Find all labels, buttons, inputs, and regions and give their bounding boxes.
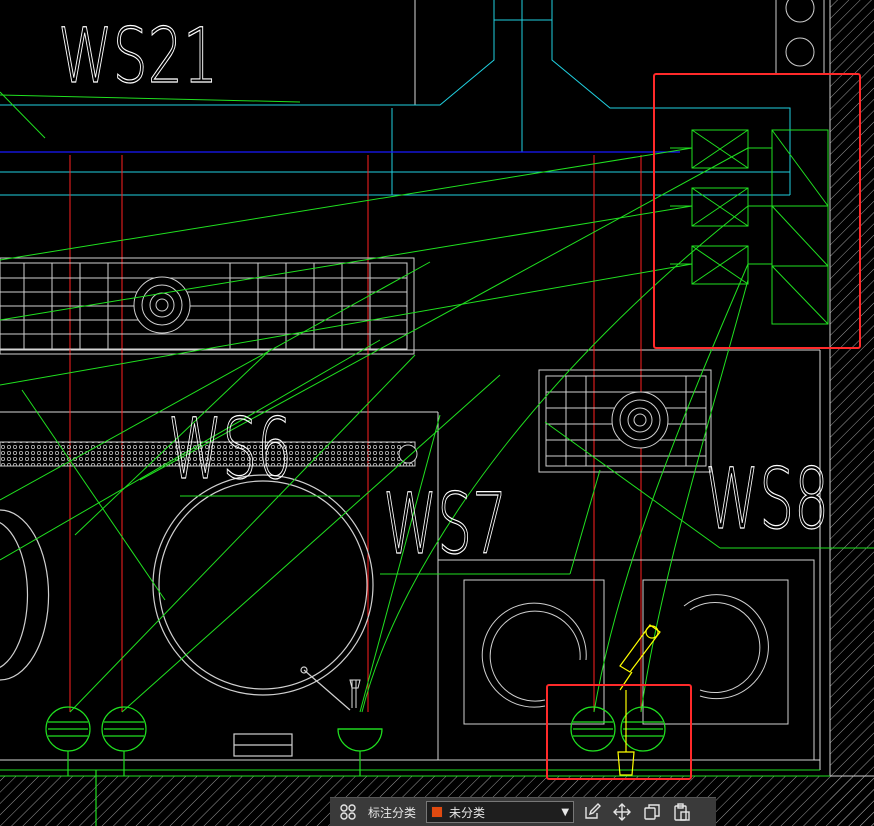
wall-hatch-right [830,0,874,826]
grid-icon[interactable] [336,800,360,824]
copy-icon[interactable] [640,800,664,824]
category-label: 标注分类 [368,805,417,820]
category-select[interactable]: 未分类 ▼ [426,801,575,823]
category-color-swatch [431,806,444,818]
label-ws7: WS7 [383,475,507,573]
chevron-down-icon: ▼ [561,806,570,818]
cad-drawing-canvas[interactable]: WS21 WS6 WS7 WS8 [0,0,874,826]
annotation-toolbar: 标注分类 未分类 ▼ [330,797,716,826]
paste-icon[interactable] [670,800,694,824]
label-ws6: WS6 [168,400,292,498]
edit-icon[interactable] [580,800,604,824]
label-ws8: WS8 [705,450,829,548]
move-icon[interactable] [610,800,634,824]
label-ws21: WS21 [58,11,218,100]
category-value: 未分类 [449,805,486,820]
